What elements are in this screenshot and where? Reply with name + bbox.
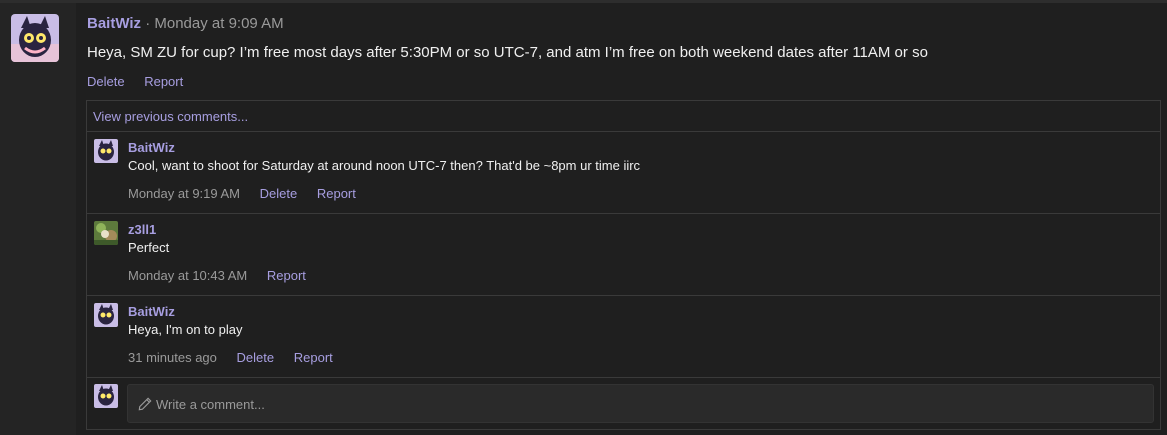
report-post-button[interactable]: Report [144,74,183,89]
comment-input-placeholder: Write a comment... [156,397,265,412]
left-gutter [0,3,76,435]
comment-author[interactable]: BaitWiz [128,140,175,155]
report-comment-button[interactable]: Report [267,268,306,283]
comment-text: Perfect [128,240,170,255]
delete-post-button[interactable]: Delete [87,74,125,89]
top-divider [0,0,1167,3]
post-header: BaitWiz · Monday at 9:09 AM [87,15,284,32]
current-user-avatar-icon [94,384,118,408]
avatar [94,384,118,408]
comment-timestamp[interactable]: Monday at 10:43 AM [128,268,247,283]
avatar[interactable] [94,303,118,327]
pencil-icon [138,397,152,411]
header-separator: · [145,15,151,32]
baitwiz-avatar-icon [11,14,59,62]
report-comment-button[interactable]: Report [294,350,333,365]
delete-comment-button[interactable]: Delete [260,186,298,201]
post-actions: Delete Report [87,74,199,89]
z3ll1-avatar-icon [94,221,118,245]
comment-timestamp[interactable]: 31 minutes ago [128,350,217,365]
comment-author[interactable]: z3ll1 [128,222,156,237]
comment-meta: Monday at 10:43 AM Report [128,268,322,283]
comment-input[interactable]: Write a comment... [127,384,1154,423]
comment-meta: 31 minutes ago Delete Report [128,350,349,365]
comments-panel: View previous comments... BaitWiz Cool, … [86,100,1161,430]
comment-text: Cool, want to shoot for Saturday at arou… [128,158,641,173]
comment-meta: Monday at 9:19 AM Delete Report [128,186,372,201]
comment-item: z3ll1 Perfect Monday at 10:43 AM Report [87,214,1160,296]
write-comment-row: Write a comment... [87,377,1160,429]
comment-timestamp[interactable]: Monday at 9:19 AM [128,186,240,201]
report-comment-button[interactable]: Report [317,186,356,201]
comment-text: Heya, I'm on to play [128,322,243,337]
avatar[interactable] [11,14,59,62]
baitwiz-avatar-icon [94,139,118,163]
baitwiz-avatar-icon [94,303,118,327]
comment-item: BaitWiz Cool, want to shoot for Saturday… [87,132,1160,214]
post-body: Heya, SM ZU for cup? I’m free most days … [87,44,928,61]
post-author[interactable]: BaitWiz [87,15,141,32]
view-previous-comments-link[interactable]: View previous comments... [87,101,1160,132]
delete-comment-button[interactable]: Delete [237,350,275,365]
avatar[interactable] [94,221,118,245]
comment-item: BaitWiz Heya, I'm on to play 31 minutes … [87,296,1160,378]
post-timestamp[interactable]: Monday at 9:09 AM [154,15,283,32]
comment-author[interactable]: BaitWiz [128,304,175,319]
avatar[interactable] [94,139,118,163]
